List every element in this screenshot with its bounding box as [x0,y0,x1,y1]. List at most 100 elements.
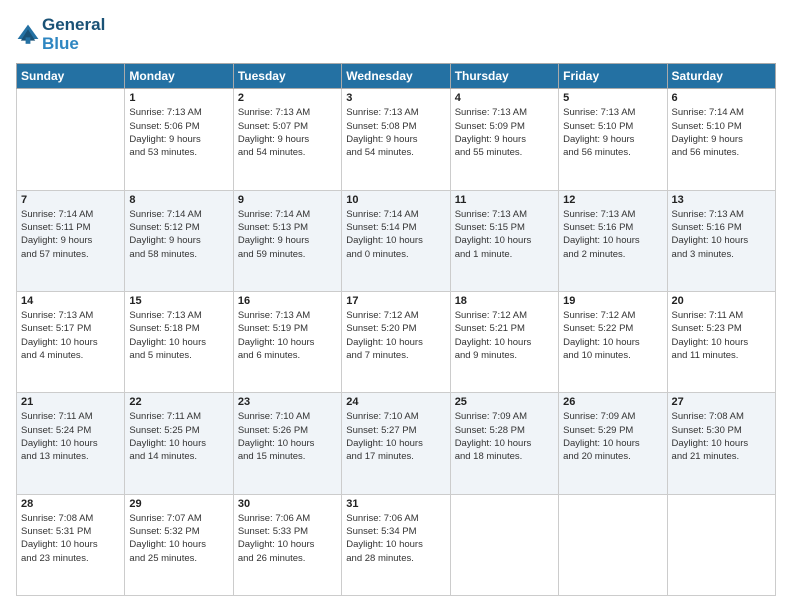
day-number: 24 [346,396,445,408]
day-info: Sunrise: 7:12 AM Sunset: 5:21 PM Dayligh… [455,309,554,362]
calendar-week-row: 7 Sunrise: 7:14 AM Sunset: 5:11 PM Daylig… [17,190,776,291]
day-number: 20 [672,295,771,307]
calendar-week-row: 1 Sunrise: 7:13 AM Sunset: 5:06 PM Daylig… [17,89,776,190]
day-info: Sunrise: 7:09 AM Sunset: 5:28 PM Dayligh… [455,410,554,463]
day-number: 8 [129,194,228,206]
calendar-cell [17,89,125,190]
calendar-cell: 23Sunrise: 7:10 AM Sunset: 5:26 PM Dayli… [233,393,341,494]
calendar-week-row: 21Sunrise: 7:11 AM Sunset: 5:24 PM Dayli… [17,393,776,494]
day-info: Sunrise: 7:12 AM Sunset: 5:22 PM Dayligh… [563,309,662,362]
calendar-cell: 13 Sunrise: 7:13 AM Sunset: 5:16 PM Dayli… [667,190,775,291]
calendar-cell: 22Sunrise: 7:11 AM Sunset: 5:25 PM Dayli… [125,393,233,494]
day-number: 9 [238,194,337,206]
day-info: Sunrise: 7:13 AM Sunset: 5:16 PM Dayligh… [563,208,662,261]
calendar-cell: 30 Sunrise: 7:06 AM Sunset: 5:33 PM Dayli… [233,494,341,595]
calendar-cell: 19 Sunrise: 7:12 AM Sunset: 5:22 PM Dayli… [559,292,667,393]
calendar-cell: 2 Sunrise: 7:13 AM Sunset: 5:07 PM Daylig… [233,89,341,190]
calendar-cell: 16Sunrise: 7:13 AM Sunset: 5:19 PM Dayli… [233,292,341,393]
calendar-cell: 1 Sunrise: 7:13 AM Sunset: 5:06 PM Daylig… [125,89,233,190]
weekday-header-cell: Monday [125,64,233,89]
day-info: Sunrise: 7:13 AM Sunset: 5:06 PM Dayligh… [129,106,228,159]
day-info: Sunrise: 7:13 AM Sunset: 5:19 PM Dayligh… [238,309,337,362]
day-number: 17 [346,295,445,307]
day-number: 29 [129,498,228,510]
day-info: Sunrise: 7:13 AM Sunset: 5:17 PM Dayligh… [21,309,120,362]
day-number: 21 [21,396,120,408]
calendar-cell: 18 Sunrise: 7:12 AM Sunset: 5:21 PM Dayli… [450,292,558,393]
day-number: 11 [455,194,554,206]
calendar-cell [559,494,667,595]
calendar-cell: 15 Sunrise: 7:13 AM Sunset: 5:18 PM Dayli… [125,292,233,393]
day-info: Sunrise: 7:14 AM Sunset: 5:14 PM Dayligh… [346,208,445,261]
day-number: 5 [563,92,662,104]
day-info: Sunrise: 7:13 AM Sunset: 5:16 PM Dayligh… [672,208,771,261]
calendar-cell: 3 Sunrise: 7:13 AM Sunset: 5:08 PM Daylig… [342,89,450,190]
day-info: Sunrise: 7:09 AM Sunset: 5:29 PM Dayligh… [563,410,662,463]
logo: General Blue [16,16,105,53]
day-number: 22 [129,396,228,408]
calendar-cell: 14 Sunrise: 7:13 AM Sunset: 5:17 PM Dayli… [17,292,125,393]
calendar-cell: 11 Sunrise: 7:13 AM Sunset: 5:15 PM Dayli… [450,190,558,291]
day-number: 14 [21,295,120,307]
logo-text-line2: Blue [42,35,105,54]
calendar-cell [667,494,775,595]
calendar-cell: 28 Sunrise: 7:08 AM Sunset: 5:31 PM Dayli… [17,494,125,595]
day-number: 19 [563,295,662,307]
day-info: Sunrise: 7:06 AM Sunset: 5:34 PM Dayligh… [346,512,445,565]
day-number: 15 [129,295,228,307]
calendar-cell: 6Sunrise: 7:14 AM Sunset: 5:10 PM Daylig… [667,89,775,190]
day-info: Sunrise: 7:13 AM Sunset: 5:07 PM Dayligh… [238,106,337,159]
day-info: Sunrise: 7:14 AM Sunset: 5:13 PM Dayligh… [238,208,337,261]
calendar-week-row: 28 Sunrise: 7:08 AM Sunset: 5:31 PM Dayli… [17,494,776,595]
day-number: 26 [563,396,662,408]
day-number: 6 [672,92,771,104]
day-number: 25 [455,396,554,408]
day-info: Sunrise: 7:13 AM Sunset: 5:18 PM Dayligh… [129,309,228,362]
calendar-table: SundayMondayTuesdayWednesdayThursdayFrid… [16,63,776,596]
day-number: 28 [21,498,120,510]
calendar-cell: 26 Sunrise: 7:09 AM Sunset: 5:29 PM Dayli… [559,393,667,494]
day-info: Sunrise: 7:07 AM Sunset: 5:32 PM Dayligh… [129,512,228,565]
day-number: 3 [346,92,445,104]
calendar-cell: 4Sunrise: 7:13 AM Sunset: 5:09 PM Daylig… [450,89,558,190]
calendar-cell: 24Sunrise: 7:10 AM Sunset: 5:27 PM Dayli… [342,393,450,494]
weekday-header-cell: Thursday [450,64,558,89]
day-info: Sunrise: 7:13 AM Sunset: 5:15 PM Dayligh… [455,208,554,261]
day-number: 18 [455,295,554,307]
day-number: 27 [672,396,771,408]
calendar-cell: 25 Sunrise: 7:09 AM Sunset: 5:28 PM Dayli… [450,393,558,494]
day-info: Sunrise: 7:12 AM Sunset: 5:20 PM Dayligh… [346,309,445,362]
calendar-cell: 5 Sunrise: 7:13 AM Sunset: 5:10 PM Daylig… [559,89,667,190]
calendar-cell: 9 Sunrise: 7:14 AM Sunset: 5:13 PM Daylig… [233,190,341,291]
day-info: Sunrise: 7:08 AM Sunset: 5:30 PM Dayligh… [672,410,771,463]
day-info: Sunrise: 7:13 AM Sunset: 5:10 PM Dayligh… [563,106,662,159]
calendar-cell: 20Sunrise: 7:11 AM Sunset: 5:23 PM Dayli… [667,292,775,393]
calendar-cell: 12 Sunrise: 7:13 AM Sunset: 5:16 PM Dayli… [559,190,667,291]
day-info: Sunrise: 7:08 AM Sunset: 5:31 PM Dayligh… [21,512,120,565]
weekday-header-cell: Wednesday [342,64,450,89]
calendar-cell: 27 Sunrise: 7:08 AM Sunset: 5:30 PM Dayli… [667,393,775,494]
logo-text-line1: General [42,16,105,35]
calendar-cell: 29 Sunrise: 7:07 AM Sunset: 5:32 PM Dayli… [125,494,233,595]
day-number: 1 [129,92,228,104]
calendar-body: 1 Sunrise: 7:13 AM Sunset: 5:06 PM Daylig… [17,89,776,596]
day-number: 23 [238,396,337,408]
calendar-cell: 21Sunrise: 7:11 AM Sunset: 5:24 PM Dayli… [17,393,125,494]
page-header: General Blue [16,16,776,53]
day-info: Sunrise: 7:13 AM Sunset: 5:08 PM Dayligh… [346,106,445,159]
day-info: Sunrise: 7:14 AM Sunset: 5:11 PM Dayligh… [21,208,120,261]
day-number: 7 [21,194,120,206]
day-number: 2 [238,92,337,104]
day-number: 30 [238,498,337,510]
weekday-header-row: SundayMondayTuesdayWednesdayThursdayFrid… [17,64,776,89]
day-number: 10 [346,194,445,206]
day-number: 12 [563,194,662,206]
weekday-header-cell: Friday [559,64,667,89]
calendar-cell [450,494,558,595]
calendar-cell: 31 Sunrise: 7:06 AM Sunset: 5:34 PM Dayli… [342,494,450,595]
calendar-week-row: 14 Sunrise: 7:13 AM Sunset: 5:17 PM Dayli… [17,292,776,393]
day-number: 31 [346,498,445,510]
calendar-cell: 7 Sunrise: 7:14 AM Sunset: 5:11 PM Daylig… [17,190,125,291]
day-info: Sunrise: 7:06 AM Sunset: 5:33 PM Dayligh… [238,512,337,565]
day-number: 13 [672,194,771,206]
